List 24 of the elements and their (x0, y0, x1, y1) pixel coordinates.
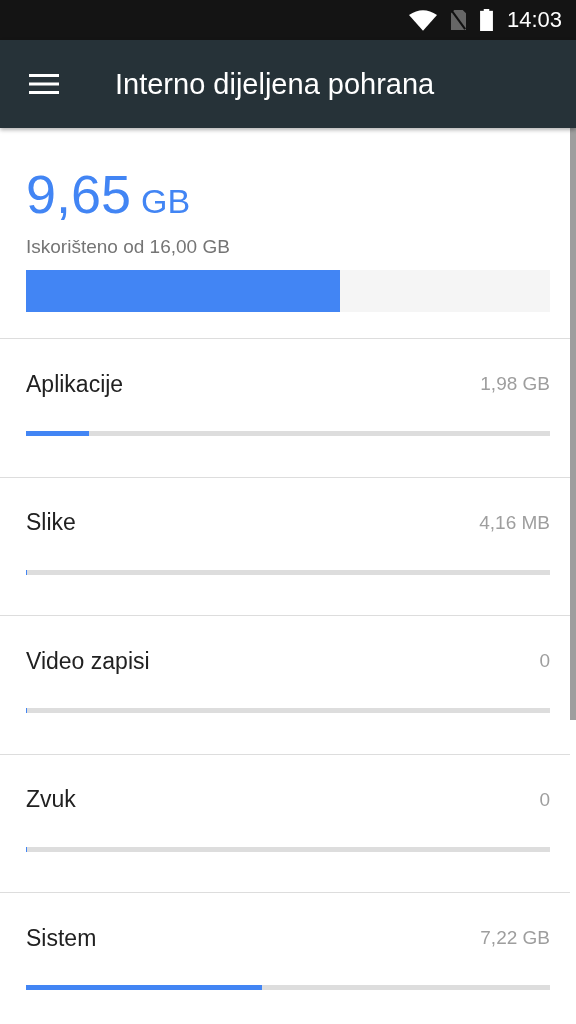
category-item[interactable]: Zvuk 0 (0, 754, 570, 893)
scrollbar[interactable] (570, 128, 576, 720)
category-name: Slike (26, 509, 76, 536)
no-sim-icon (450, 10, 466, 30)
category-item[interactable]: Video zapisi 0 (0, 616, 570, 755)
category-size: 4,16 MB (479, 511, 550, 534)
category-name: Aplikacije (26, 370, 124, 398)
screen-title: Interno dijeljena pohrana (115, 67, 435, 101)
category-size: 7,22 GB (480, 927, 550, 949)
used-unit: GB (141, 182, 191, 221)
category-name: Zvuk (26, 786, 76, 813)
category-size: 0 (539, 650, 550, 672)
category-size: 0 (539, 788, 550, 811)
category-item[interactable]: Aplikacije 1,98 GB (0, 339, 570, 478)
category-name: Sistem (26, 924, 97, 952)
category-item[interactable]: Sistem 7,22 GB (0, 893, 570, 1024)
total-caption: Iskorišteno od 16,00 GB (26, 236, 231, 258)
battery-icon (479, 9, 493, 31)
clock: 14:03 (506, 7, 562, 33)
category-name: Video zapisi (26, 647, 150, 675)
wifi-icon (408, 9, 437, 31)
category-item[interactable]: Slike 4,16 MB (0, 477, 570, 616)
category-size: 1,98 GB (480, 373, 550, 395)
used-amount: 9,65 (26, 164, 132, 224)
